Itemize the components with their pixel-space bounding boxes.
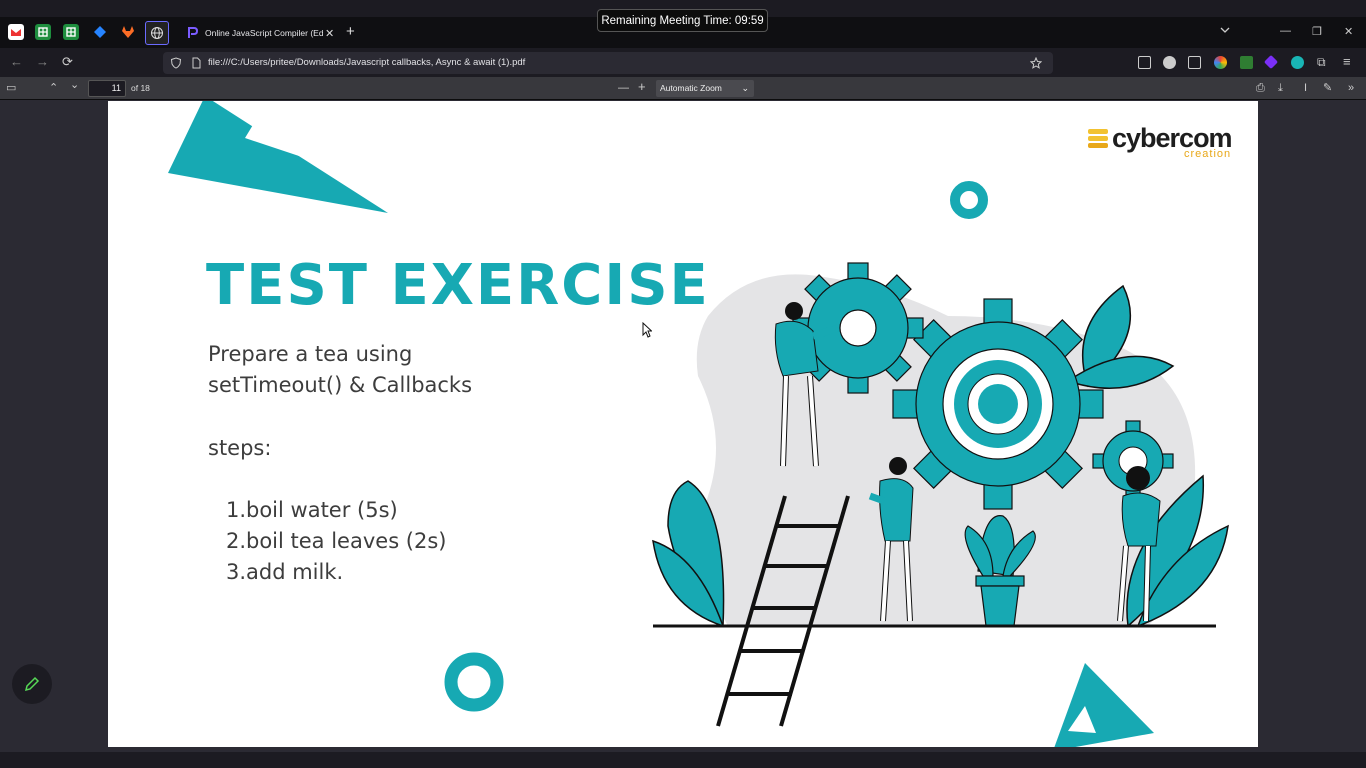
close-window-icon[interactable]: ✕ xyxy=(1344,25,1353,38)
purple-extension-icon[interactable] xyxy=(1263,54,1279,70)
reload-icon[interactable]: ⟳ xyxy=(62,55,73,69)
text-cursor-icon[interactable]: I xyxy=(1304,82,1307,94)
previous-page-icon[interactable]: ⌃ xyxy=(49,82,58,94)
draw-pen-icon[interactable]: ✎ xyxy=(1323,82,1332,94)
step-item: 2.boil tea leaves (2s) xyxy=(208,529,447,553)
back-arrow-icon[interactable]: ← xyxy=(10,55,23,69)
slide-title: TEST EXERCISE xyxy=(206,253,710,318)
page-count: of 18 xyxy=(131,83,150,93)
edit-pencil-button[interactable] xyxy=(12,664,52,704)
chevron-down-icon: ⌄ xyxy=(741,83,749,93)
step-item: 1.boil water (5s) xyxy=(208,498,398,522)
mouse-cursor-icon xyxy=(642,322,652,338)
pencil-icon xyxy=(24,676,40,692)
m-extension-icon[interactable] xyxy=(1291,56,1304,69)
logo-subtext: creation xyxy=(1184,148,1232,160)
navigation-bar: ← → ⟳ file:///C:/Users/pritee/Downloads/… xyxy=(0,48,1366,77)
step-text: add milk. xyxy=(246,560,344,584)
address-bar[interactable]: file:///C:/Users/pritee/Downloads/Javasc… xyxy=(163,52,1053,74)
new-tab-button[interactable]: + xyxy=(346,24,355,39)
close-tab-icon[interactable]: ✕ xyxy=(325,27,334,40)
url-text: file:///C:/Users/pritee/Downloads/Javasc… xyxy=(208,57,526,68)
steps-label: steps: xyxy=(208,436,272,460)
sheets-pinned-tab-icon-2[interactable] xyxy=(63,24,79,40)
save-icon[interactable]: ⤓ xyxy=(1278,82,1283,94)
pdf-page: cybercom creation TEST EXERCISE Prepare … xyxy=(108,101,1258,747)
restore-window-icon[interactable]: ❐ xyxy=(1312,25,1322,38)
sheets-pinned-tab-icon[interactable] xyxy=(35,24,51,40)
step-text: boil water (5s) xyxy=(246,498,398,522)
cybercom-logo: cybercom creation xyxy=(1088,123,1238,161)
minimize-window-icon[interactable]: — xyxy=(1280,25,1291,37)
step-text: boil tea leaves (2s) xyxy=(246,529,447,553)
gears-teamwork-illustration xyxy=(652,262,1229,727)
meeting-timer: Remaining Meeting Time: 09:59 xyxy=(597,9,768,32)
zoom-select[interactable]: Automatic Zoom ⌄ xyxy=(656,80,754,97)
step-number: 3. xyxy=(225,560,246,584)
bottom-strip xyxy=(0,752,1366,768)
globe-pinned-tab-icon[interactable] xyxy=(145,21,169,45)
gmail-pinned-tab-icon[interactable] xyxy=(8,24,24,40)
step-number: 2. xyxy=(225,529,246,553)
shield-icon[interactable] xyxy=(170,57,182,69)
programiz-icon xyxy=(188,27,199,38)
zoom-in-icon[interactable]: + xyxy=(638,80,646,93)
zoom-out-icon[interactable]: — xyxy=(618,82,629,94)
pdf-toolbar: ▭ ⌃ ⌄ 11 of 18 — + Automatic Zoom ⌄ ⎙ ⤓ … xyxy=(0,77,1366,100)
print-icon[interactable]: ⎙ xyxy=(1256,82,1265,94)
pocket-icon[interactable] xyxy=(1138,56,1151,69)
list-tabs-icon[interactable] xyxy=(1219,24,1231,39)
zoom-value: Automatic Zoom xyxy=(660,83,722,93)
bookmark-star-icon[interactable] xyxy=(1030,57,1042,69)
more-tools-icon[interactable]: » xyxy=(1348,82,1354,94)
sidebar-toggle-icon[interactable]: ▭ xyxy=(6,82,16,94)
tab-online-compiler[interactable]: Online JavaScript Compiler (Edi ✕ xyxy=(176,20,338,46)
step-number: 1. xyxy=(225,498,246,522)
prompt-line-2: setTimeout() & Callbacks xyxy=(208,373,473,397)
w-extension-icon[interactable] xyxy=(1240,56,1253,69)
extension-p-icon[interactable] xyxy=(1163,56,1176,69)
page-icon xyxy=(192,57,201,69)
tab-title: Online JavaScript Compiler (Edi xyxy=(205,28,323,38)
extensions-puzzle-icon[interactable]: ⧉ xyxy=(1317,55,1326,69)
menu-hamburger-icon[interactable]: ≡ xyxy=(1343,55,1351,69)
next-page-icon[interactable]: ⌄ xyxy=(70,79,79,91)
gitlab-pinned-tab-icon[interactable] xyxy=(120,24,136,40)
step-item: 3.add milk. xyxy=(208,560,343,584)
screenshot-icon[interactable] xyxy=(1188,56,1201,69)
jira-pinned-tab-icon[interactable] xyxy=(92,24,108,40)
forward-arrow-icon[interactable]: → xyxy=(36,55,49,69)
prompt-line-1: Prepare a tea using xyxy=(208,342,413,366)
page-number-input[interactable]: 11 xyxy=(88,80,126,97)
colorful-extension-icon[interactable] xyxy=(1214,56,1227,69)
